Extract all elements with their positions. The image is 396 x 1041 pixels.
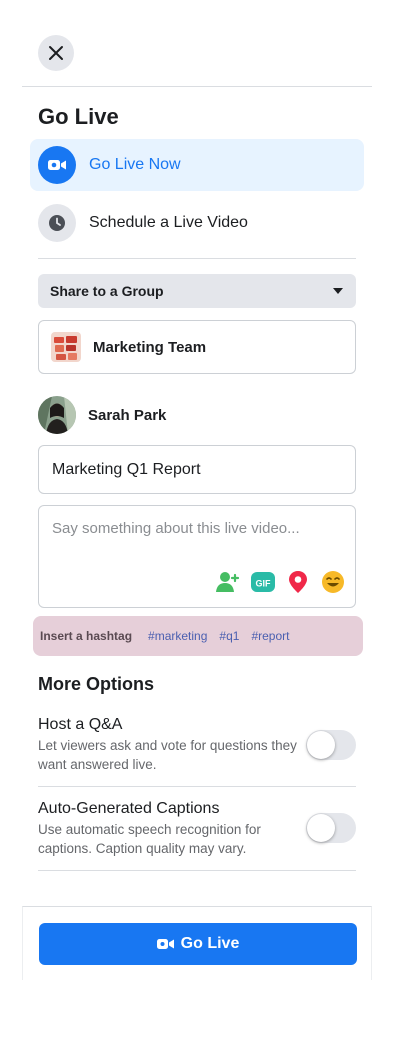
close-icon [49, 46, 63, 60]
description-field[interactable]: GIF [38, 505, 356, 608]
footer: Go Live [22, 906, 372, 980]
gif-icon[interactable]: GIF [251, 570, 275, 594]
schedule-live-option[interactable]: Schedule a Live Video [30, 197, 364, 249]
option-divider [38, 870, 356, 871]
group-selector[interactable]: Marketing Team [38, 320, 356, 374]
clock-icon [38, 204, 76, 242]
options-divider [38, 258, 356, 259]
tag-people-icon[interactable] [216, 570, 240, 594]
go-live-now-label: Go Live Now [89, 156, 181, 173]
description-input[interactable] [50, 518, 346, 562]
captions-toggle[interactable] [306, 813, 356, 843]
location-pin-icon[interactable] [286, 570, 310, 594]
schedule-label: Schedule a Live Video [89, 214, 248, 231]
go-live-now-option[interactable]: Go Live Now [30, 139, 364, 191]
feeling-emoji-icon[interactable] [321, 570, 345, 594]
qa-option-title: Host a Q&A [38, 716, 123, 733]
hashtag-chip[interactable]: #q1 [219, 629, 239, 643]
option-divider [38, 786, 356, 787]
group-name: Marketing Team [93, 338, 207, 356]
page-title: Go Live [38, 104, 119, 129]
close-button[interactable] [38, 35, 74, 71]
svg-text:GIF: GIF [256, 579, 272, 589]
header-divider [22, 86, 372, 87]
share-destination-label: Share to a Group [50, 283, 164, 299]
hashtag-chip[interactable]: #marketing [148, 629, 207, 643]
insert-hashtag-label: Insert a hashtag [40, 629, 133, 643]
go-live-button-label: Go Live [180, 935, 240, 952]
captions-option-title: Auto-Generated Captions [38, 800, 220, 817]
toggle-knob [307, 731, 335, 759]
captions-option-description: Use automatic speech recognition for cap… [38, 822, 261, 856]
hashtag-suggestions: Insert a hashtag #marketing #q1 #report [33, 616, 363, 656]
group-thumbnail [51, 332, 81, 362]
captions-option: Auto-Generated Captions Use automatic sp… [38, 800, 356, 862]
go-live-button[interactable]: Go Live [39, 923, 357, 965]
qa-option-description: Let viewers ask and vote for questions t… [38, 738, 297, 772]
video-camera-icon [156, 939, 174, 949]
qa-option: Host a Q&A Let viewers ask and vote for … [38, 716, 356, 778]
avatar [38, 396, 76, 434]
composer-tools: GIF [216, 570, 345, 594]
toggle-knob [307, 814, 335, 842]
caret-down-icon [333, 288, 343, 294]
share-destination-dropdown[interactable]: Share to a Group [38, 274, 356, 308]
video-camera-icon [38, 146, 76, 184]
qa-toggle[interactable] [306, 730, 356, 760]
user-row: Sarah Park [38, 396, 166, 434]
user-name: Sarah Park [88, 406, 167, 424]
hashtag-chip[interactable]: #report [251, 629, 289, 643]
video-title-field[interactable] [38, 445, 356, 494]
more-options-heading: More Options [38, 674, 154, 694]
video-title-input[interactable] [50, 459, 344, 480]
